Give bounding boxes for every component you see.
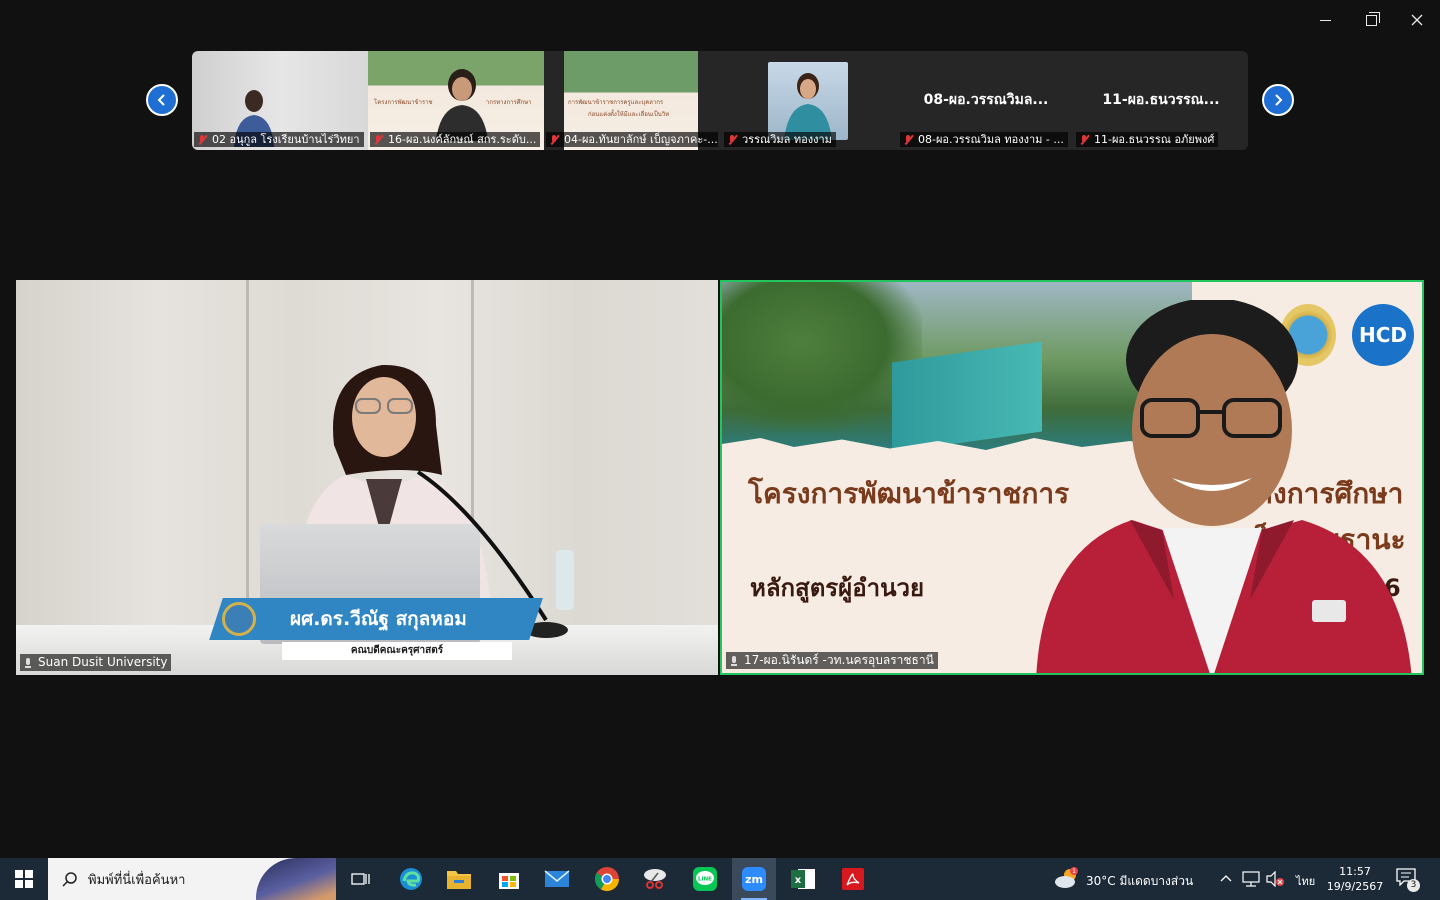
- task-view-button[interactable]: [346, 864, 376, 894]
- mic-on-icon: [22, 657, 34, 669]
- slide-fragment: โครงการพัฒนาข้าราช: [374, 99, 433, 106]
- participant-name: 16-ผอ.นงค์ลักษณ์ สกร.ระดับ...: [370, 132, 541, 147]
- network-icon[interactable]: [1242, 871, 1260, 887]
- mic-on-icon: [728, 655, 740, 667]
- input-language[interactable]: ไทย: [1296, 872, 1315, 890]
- minimize-button[interactable]: [1302, 6, 1348, 34]
- participant-name: 11-ผอ.ธนวรรณ อภัยพงศ์: [1076, 132, 1219, 147]
- volume-muted-icon[interactable]: [1266, 871, 1284, 887]
- chrome-app-button[interactable]: [592, 864, 622, 894]
- mic-muted-icon: [548, 134, 560, 146]
- weather-text[interactable]: 30°C มีแดดบางส่วน: [1086, 872, 1193, 891]
- notification-center-button[interactable]: 3: [1396, 868, 1420, 892]
- participant-photo: [768, 62, 848, 140]
- participant-name: 04-ผอ.ทันยาลักษ์ เบ็ญจภาคะ-...: [546, 132, 718, 147]
- mic-muted-icon: [372, 134, 384, 146]
- edge-icon: [400, 868, 422, 890]
- taskbar-search-box[interactable]: พิมพ์ที่นี่เพื่อค้นหา: [48, 858, 336, 900]
- nameplate-title: ผศ.ดร.วีณัฐ สกุลหอม: [290, 608, 467, 630]
- windows-taskbar: พิมพ์ที่นี่เพื่อค้นหา LINE zm x 1 30°C ม…: [0, 858, 1440, 900]
- participant-video: [436, 69, 488, 141]
- scissors-icon: [644, 869, 666, 889]
- start-button[interactable]: [0, 858, 48, 900]
- acrobat-app-button[interactable]: [838, 864, 868, 894]
- line-app-icon: LINE: [693, 867, 717, 891]
- participant-thumb[interactable]: วรรณวิมล ทองงาม: [722, 51, 898, 150]
- edge-app-button[interactable]: [396, 864, 426, 894]
- search-icon: [62, 872, 77, 887]
- gallery-prev-button[interactable]: [146, 84, 178, 116]
- microsoft-store-button[interactable]: [494, 864, 524, 894]
- gallery-next-button[interactable]: [1262, 84, 1294, 116]
- svg-text:x: x: [795, 875, 802, 886]
- speaker-nameplate: ผศ.ดร.วีณัฐ สกุลหอม คณบดีคณะครุศาสตร์: [196, 598, 556, 660]
- chevron-right-icon: [1275, 94, 1283, 106]
- search-placeholder: พิมพ์ที่นี่เพื่อค้นหา: [88, 872, 186, 888]
- minimize-icon: [1319, 19, 1331, 21]
- store-icon: [499, 873, 519, 889]
- restore-button[interactable]: [1348, 6, 1394, 34]
- mic-muted-icon: [196, 134, 208, 146]
- weather-icon: 1: [1055, 867, 1078, 888]
- chevron-up-icon[interactable]: [1220, 873, 1232, 883]
- speaker-figure: [1036, 300, 1412, 673]
- participant-name: 02 อนุกูล โรงเรียนบ้านไร่วิทยา: [194, 132, 364, 147]
- zoom-app-button[interactable]: zm: [739, 864, 769, 900]
- video-tile-active-speaker[interactable]: HCD โครงการพัฒนาข้าราชการ ลากรทางการศึกษ…: [720, 280, 1424, 675]
- zoom-meeting-window: 02 อนุกูล โรงเรียนบ้านไร่วิทยา โครงการพั…: [0, 0, 1440, 858]
- snipping-tool-button[interactable]: [640, 864, 670, 894]
- svg-text:zm: zm: [745, 873, 763, 886]
- windows-logo-icon: [15, 870, 33, 888]
- excel-app-button[interactable]: x: [788, 864, 818, 894]
- restore-icon: [1365, 11, 1380, 26]
- zoom-icon: zm: [742, 867, 766, 891]
- chrome-icon: [594, 867, 619, 892]
- svg-text:1: 1: [1072, 868, 1076, 875]
- nameplate-subtitle: คณบดีคณะครุศาสตร์: [282, 642, 512, 660]
- participant-thumb[interactable]: 04-ผอ.ทันยาลักษ์ เบ็ญจภาคะ-...: [544, 51, 722, 150]
- participant-thumb[interactable]: 02 อนุกูล โรงเรียนบ้านไร่วิทยา: [192, 51, 368, 150]
- participant-name: 08-ผอ.วรรณวิมล ทองงาม - ...: [900, 132, 1068, 147]
- close-icon: [1411, 14, 1423, 26]
- notification-count-badge: 3: [1407, 879, 1420, 892]
- university-seal-icon: [222, 602, 256, 636]
- mic-muted-icon: [902, 134, 914, 146]
- participant-strip: 02 อนุกูล โรงเรียนบ้านไร่วิทยา โครงการพั…: [192, 51, 1248, 150]
- svg-text:LINE: LINE: [698, 877, 712, 883]
- folder-icon: [447, 871, 471, 889]
- participant-name: วรรณวิมล ทองงาม: [724, 132, 836, 147]
- mic-muted-icon: [1078, 134, 1090, 146]
- participant-thumb[interactable]: 11-ผอ.ธนวรรณ... 11-ผอ.ธนวรรณ อภัยพงศ์: [1074, 51, 1248, 150]
- taskbar-clock[interactable]: 11:57 19/9/2567: [1322, 864, 1388, 894]
- mail-app-button[interactable]: [542, 864, 572, 894]
- excel-icon: x: [791, 869, 815, 889]
- file-explorer-button[interactable]: [444, 864, 474, 894]
- clock-date: 19/9/2567: [1326, 880, 1384, 893]
- slide-subtitle-line: หลักสูตรผู้อำนวย: [750, 574, 925, 602]
- video-tile-label: Suan Dusit University: [20, 654, 172, 671]
- close-button[interactable]: [1394, 6, 1440, 34]
- task-view-icon: [351, 873, 370, 885]
- clock-time: 11:57: [1339, 865, 1371, 878]
- slide-fragment: ากรทางการศึกษา: [486, 99, 532, 106]
- mail-icon: [544, 870, 570, 887]
- line-app-button[interactable]: LINE: [690, 864, 720, 894]
- pdf-icon: [842, 868, 864, 890]
- participant-thumb[interactable]: 08-ผอ.วรรณวิมล... 08-ผอ.วรรณวิมล ทองงาม …: [898, 51, 1074, 150]
- video-tile-host[interactable]: ผศ.ดร.วีณัฐ สกุลหอม คณบดีคณะครุศาสตร์ Su…: [16, 280, 718, 675]
- mic-muted-icon: [726, 134, 738, 146]
- participant-thumb[interactable]: โครงการพัฒนาข้าราช ากรทางการศึกษา 16-ผอ.…: [368, 51, 544, 150]
- chevron-left-icon: [157, 94, 165, 106]
- video-tile-label: 17-ผอ.นิรันดร์ -วท.นครอุบลราชธานี: [726, 652, 938, 669]
- search-highlight-image: [256, 858, 336, 900]
